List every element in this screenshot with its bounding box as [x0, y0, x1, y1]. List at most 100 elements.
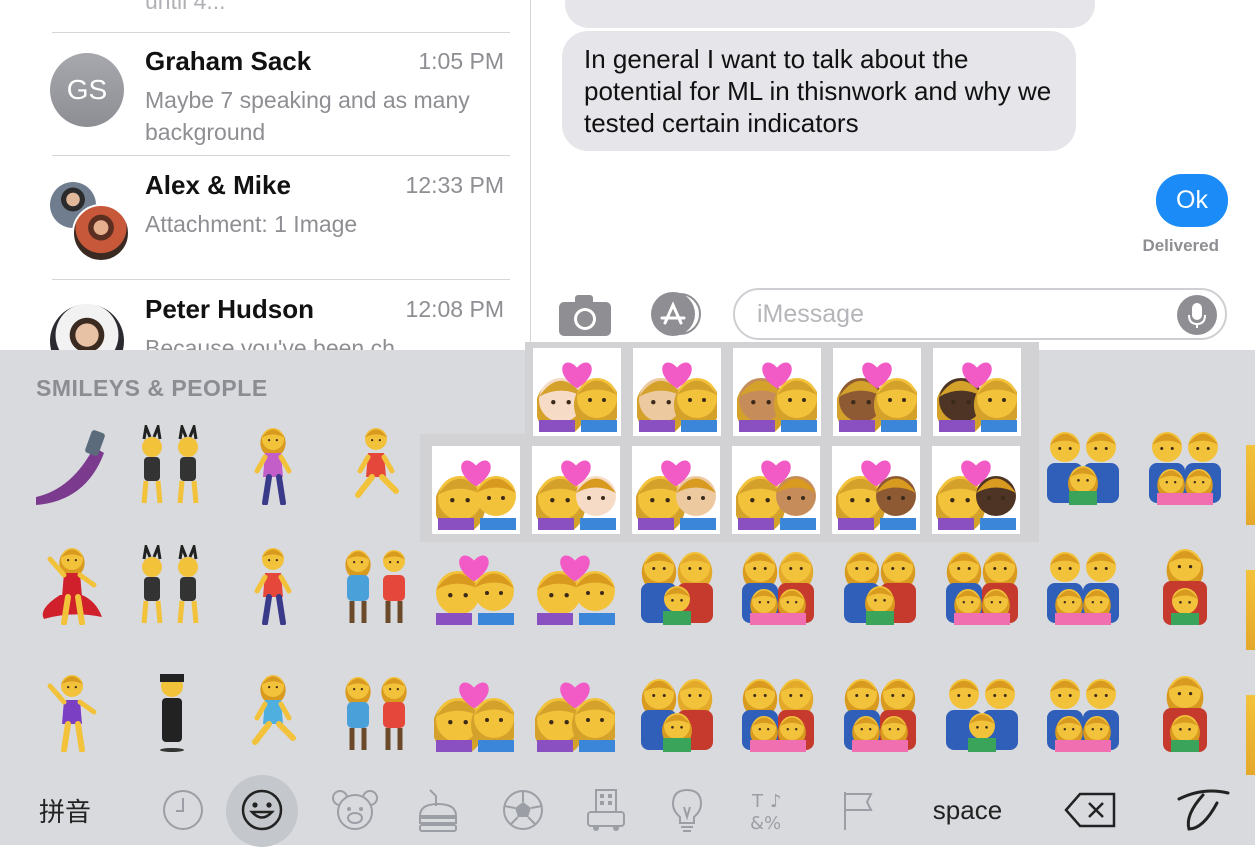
message-time: 12:33 PM: [405, 172, 504, 198]
couple-kiss-woman-woman-emoji-icon: [434, 682, 514, 752]
food-category-button[interactable]: [410, 775, 466, 845]
skin-tone-option-kiss-woman-dark[interactable]: [933, 348, 1021, 436]
objects-category-button[interactable]: [662, 775, 712, 845]
emoji-key-woman-dancing[interactable]: [32, 545, 112, 625]
emoji-key-selfie[interactable]: [32, 425, 112, 505]
skin-tone-option-kiss-man-medium[interactable]: [732, 446, 820, 534]
emoji-key-man-and-woman-holding-hands[interactable]: [336, 545, 416, 625]
pinyin-keyboard-button[interactable]: 拼音: [30, 775, 100, 845]
skin-tone-option-kiss-man-medium-light[interactable]: [632, 446, 720, 534]
sports-category-button[interactable]: [495, 775, 551, 845]
imessage-input[interactable]: [733, 288, 1227, 340]
emoji-key-family-woman-girl[interactable]: [1145, 672, 1225, 752]
previous-bubble-tail: [565, 0, 1095, 28]
objects-icon: [671, 788, 703, 832]
message-text-field[interactable]: [755, 298, 1155, 330]
emoji-key-family-man-man-boy-boy[interactable]: [1043, 672, 1123, 752]
emoji-key-man-running[interactable]: [336, 425, 416, 505]
family-woman-woman-girl-girl-emoji-icon: [946, 552, 1018, 625]
woman-dancing-emoji-icon: [42, 548, 102, 625]
emoji-key-women-with-bunny-ears[interactable]: [132, 425, 212, 505]
emoji-key-family-man-woman-girl[interactable]: [637, 672, 717, 752]
app-store-button[interactable]: [645, 290, 705, 338]
recent-category-button[interactable]: [155, 775, 211, 845]
family-man-man-girl-boy-emoji-icon: [1047, 552, 1119, 625]
skin-tone-option-kiss-woman-medium-light[interactable]: [633, 348, 721, 436]
emoji-key-family-woman-woman-girl-girl[interactable]: [942, 545, 1022, 625]
emoji-key-two-women-holding-hands[interactable]: [336, 672, 416, 752]
man-in-business-suit-levitating-emoji-icon: [160, 674, 184, 752]
couple-kiss-man-man-emoji-icon: [537, 555, 615, 625]
emoji-key-clipped[interactable]: [1246, 695, 1255, 775]
emoji-key-family-man-woman-girl-girl[interactable]: [738, 672, 818, 752]
smileys-category-button[interactable]: [226, 775, 298, 845]
woman-running-emoji-icon: [252, 675, 296, 745]
family-man-man-boy-emoji-icon: [946, 679, 1018, 752]
skin-tone-option-kiss-man-medium-dark[interactable]: [832, 446, 920, 534]
family-woman-girl-emoji-icon: [1163, 676, 1207, 752]
family-man-woman-girl-girl-emoji-icon: [742, 679, 814, 752]
conversation-cutoff-text: until 4...: [145, 0, 226, 14]
woman-walking-emoji-icon: [254, 428, 292, 505]
family-man-woman-boy-boy-emoji-icon: [742, 552, 814, 625]
emoji-key-family-man-man-girl[interactable]: [1043, 425, 1123, 505]
emoji-key-clipped[interactable]: [1246, 570, 1255, 650]
skin-tone-option-kiss-default[interactable]: [432, 446, 520, 534]
family-woman-woman-girl-boy-emoji-icon: [844, 679, 916, 752]
emoji-key-family-man-woman-boy[interactable]: [637, 545, 717, 625]
skin-tone-option-kiss-man-dark[interactable]: [932, 446, 1020, 534]
delivered-status: Delivered: [1142, 236, 1219, 255]
flags-icon: [844, 792, 873, 830]
family-woman-boy-emoji-icon: [1163, 549, 1207, 625]
message-time: 1:05 PM: [418, 48, 504, 74]
emoji-key-man-walking[interactable]: [233, 545, 313, 625]
split-divider: [530, 0, 531, 350]
skin-tone-option-kiss-woman-medium[interactable]: [733, 348, 821, 436]
kiss-woman-medium-emoji-icon: [737, 362, 817, 432]
emoji-key-family-woman-woman-girl-boy[interactable]: [840, 672, 920, 752]
emoji-key-couple-kiss-woman-woman-2[interactable]: [535, 672, 615, 752]
emoji-key-family-man-woman-boy-boy[interactable]: [738, 545, 818, 625]
two-women-holding-hands-emoji-icon: [345, 677, 407, 750]
man-walking-emoji-icon: [254, 548, 292, 625]
contact-name: Alex & Mike: [145, 170, 291, 200]
emoji-key-man-dancing[interactable]: [32, 672, 112, 752]
emoji-key-couple-kiss-man-man[interactable]: [535, 545, 615, 625]
man-dancing-emoji-icon: [47, 675, 97, 752]
family-man-man-boy-boy-emoji-icon: [1047, 679, 1119, 752]
handwriting-key[interactable]: [1168, 775, 1238, 845]
man-running-emoji-icon: [355, 428, 399, 498]
selfie-emoji-icon: [36, 430, 105, 505]
skin-tone-option-kiss-woman-medium-dark[interactable]: [833, 348, 921, 436]
camera-button[interactable]: [557, 292, 613, 338]
emoji-key-woman-walking[interactable]: [233, 425, 313, 505]
emoji-key-family-man-man-girl-girl[interactable]: [1145, 425, 1225, 505]
emoji-key-family-woman-boy[interactable]: [1145, 545, 1225, 625]
message-time: 12:08 PM: [405, 296, 504, 322]
dictation-button[interactable]: [1177, 295, 1217, 335]
emoji-key-couple-kiss-woman-woman[interactable]: [434, 672, 514, 752]
emoji-key-family-woman-woman-girl[interactable]: [840, 545, 920, 625]
man-and-woman-holding-hands-emoji-icon: [345, 550, 405, 623]
delete-key[interactable]: [1055, 775, 1125, 845]
skin-tone-option-kiss-woman-light[interactable]: [533, 348, 621, 436]
emoji-key-men-with-bunny-ears[interactable]: [132, 545, 212, 625]
travel-category-button[interactable]: [578, 775, 634, 845]
smiley-icon: [241, 789, 283, 831]
conversation-row-alex-mike[interactable]: Alex & Mike 12:33 PM Attachment: 1 Image: [0, 156, 530, 280]
conversation-row-peter-hudson[interactable]: Peter Hudson 12:08 PM Because you've bee…: [0, 280, 530, 350]
kiss-man-medium-emoji-icon: [736, 460, 816, 530]
conversation-row-graham-sack[interactable]: GS Graham Sack 1:05 PM Maybe 7 speaking …: [0, 32, 530, 156]
emoji-key-woman-running[interactable]: [233, 672, 313, 752]
emoji-key-family-man-man-boy[interactable]: [942, 672, 1022, 752]
emoji-key-couple-kiss-woman-man[interactable]: [434, 545, 514, 625]
space-key[interactable]: space: [915, 775, 1020, 845]
emoji-key-man-in-business-suit-levitating[interactable]: [132, 672, 212, 752]
travel-icon: [587, 789, 625, 831]
flags-category-button[interactable]: [832, 775, 882, 845]
symbols-category-button[interactable]: T ♪ &%: [745, 775, 795, 845]
emoji-key-clipped[interactable]: [1246, 445, 1255, 525]
animals-category-button[interactable]: [325, 775, 385, 845]
emoji-key-family-man-man-girl-boy[interactable]: [1043, 545, 1123, 625]
skin-tone-option-kiss-man-light[interactable]: [532, 446, 620, 534]
